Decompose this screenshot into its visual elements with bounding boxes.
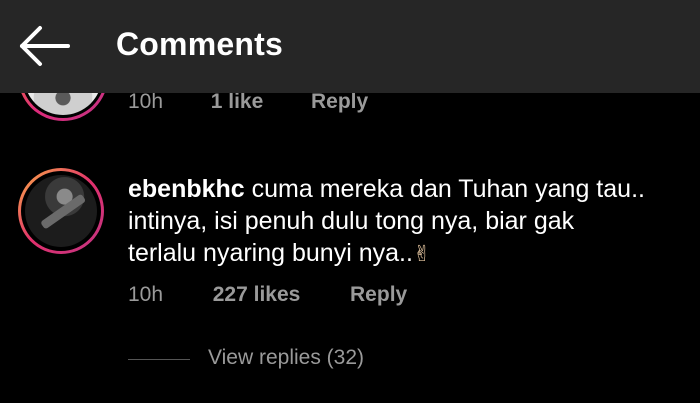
page-title: Comments (116, 26, 283, 62)
comments-list[interactable]: 10h 1 like Reply ebenbkhc cuma mereka da… (0, 93, 700, 403)
view-replies-label: View replies (32) (208, 346, 365, 369)
victory-hand-icon: ✌ (412, 242, 432, 267)
comment-meta: 10h 227 likes Reply (128, 283, 407, 307)
back-button[interactable] (12, 18, 76, 74)
avatar[interactable] (18, 168, 104, 254)
comment-likes[interactable]: 227 likes (213, 283, 301, 306)
comment-likes[interactable]: 1 like (211, 93, 264, 113)
reply-button[interactable]: Reply (311, 93, 368, 113)
comment-body: ebenbkhc cuma mereka dan Tuhan yang tau.… (128, 173, 648, 271)
comment-meta: 10h 1 like Reply (128, 93, 368, 114)
avatar[interactable] (18, 93, 108, 121)
app-header: Comments (0, 0, 700, 93)
comment-time: 10h (128, 283, 164, 306)
back-arrow-icon (20, 26, 70, 66)
comment-username[interactable]: ebenbkhc (128, 175, 245, 203)
replies-divider (128, 359, 190, 360)
reply-button[interactable]: Reply (350, 283, 407, 306)
comment-time: 10h (128, 93, 164, 113)
